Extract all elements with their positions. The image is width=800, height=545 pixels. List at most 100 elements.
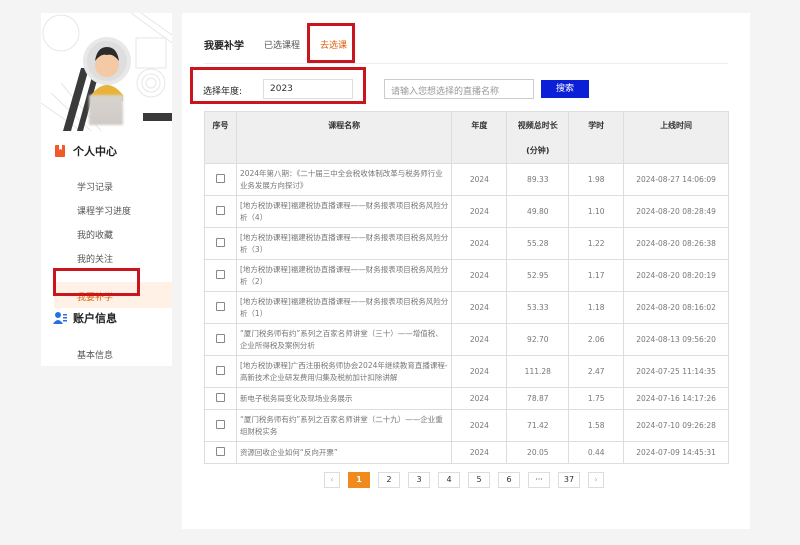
cell-year: 2024	[451, 323, 508, 356]
page-button[interactable]: 37	[558, 472, 580, 488]
cell-hours: 1.58	[568, 409, 625, 442]
cell-online-time: 2024-08-13 09:56:20	[623, 323, 729, 356]
cell-duration: 92.70	[506, 323, 570, 356]
sidebar-item-study-record[interactable]: 学习记录	[77, 180, 113, 193]
cell-hours: 1.17	[568, 259, 625, 292]
checkbox[interactable]	[215, 238, 225, 247]
header-duration: 视频总时长 (分钟)	[506, 111, 570, 164]
row-checkbox[interactable]	[204, 291, 237, 324]
table-row[interactable]: “厦门税务师有约”系列之百家名师讲堂（三十）——增值税、企业所得税及案例分析 20…	[204, 323, 729, 356]
page-button[interactable]: 1	[348, 472, 370, 488]
cell-hours: 2.06	[568, 323, 625, 356]
header-year: 年度	[451, 111, 508, 164]
prev-page-button[interactable]: ‹	[324, 472, 340, 488]
cell-year: 2024	[451, 259, 508, 292]
highlight-box-tab	[307, 23, 355, 63]
table-row[interactable]: [地方税协课程]福建税协直播课程——财务报表项目税务风险分析（4） 2024 49.…	[204, 195, 729, 228]
sidebar-item-favorites[interactable]: 我的收藏	[77, 228, 113, 241]
account-info-label: 账户信息	[73, 312, 117, 325]
search-button[interactable]: 搜索	[541, 80, 589, 98]
header-online-time: 上线时间	[623, 111, 729, 164]
cell-course-name[interactable]: [地方税协课程]福建税协直播课程——财务报表项目税务风险分析（4）	[235, 195, 453, 228]
cell-duration: 89.33	[506, 163, 570, 196]
header-duration-line2: (分钟)	[526, 146, 550, 155]
cell-course-name[interactable]: 资源回收企业如何“反向开票”	[235, 441, 453, 464]
cell-year: 2024	[451, 291, 508, 324]
page-button[interactable]: 6	[498, 472, 520, 488]
highlight-box-sidebar	[53, 268, 140, 296]
row-checkbox[interactable]	[204, 409, 237, 442]
tab-makeup-study[interactable]: 我要补学	[204, 37, 244, 52]
cell-hours: 1.18	[568, 291, 625, 324]
row-checkbox[interactable]	[204, 195, 237, 228]
cell-online-time: 2024-08-20 08:26:38	[623, 227, 729, 260]
page-button[interactable]: 3	[408, 472, 430, 488]
sidebar-item-course-progress[interactable]: 课程学习进度	[77, 204, 131, 217]
row-checkbox[interactable]	[204, 259, 237, 292]
table-row[interactable]: [地方税协课程]福建税协直播课程——财务报表项目税务风险分析（2） 2024 52.…	[204, 259, 729, 292]
page-button[interactable]: ···	[528, 472, 550, 488]
row-checkbox[interactable]	[204, 323, 237, 356]
cell-online-time: 2024-08-27 14:06:09	[623, 163, 729, 196]
table-body: 2024年第八期：《二十届三中全会税收体制改革与税务师行业业务发展方向探讨》 20…	[204, 163, 729, 464]
row-checkbox[interactable]	[204, 355, 237, 388]
cell-online-time: 2024-07-09 14:45:31	[623, 441, 729, 464]
table-row[interactable]: 2024年第八期：《二十届三中全会税收体制改革与税务师行业业务发展方向探讨》 20…	[204, 163, 729, 196]
page-button[interactable]: 5	[468, 472, 490, 488]
checkbox[interactable]	[215, 420, 225, 429]
cell-duration: 78.87	[506, 387, 570, 410]
table-row[interactable]: [地方税协课程]福建税协直播课程——财务报表项目税务风险分析（1） 2024 53.…	[204, 291, 729, 324]
user-list-icon	[53, 311, 67, 325]
cell-course-name[interactable]: “厦门税务师有约”系列之百家名师讲堂（三十）——增值税、企业所得税及案例分析	[235, 323, 453, 356]
row-checkbox[interactable]	[204, 387, 237, 410]
cell-hours: 1.22	[568, 227, 625, 260]
search-input[interactable]: 请输入您想选择的直播名称	[384, 79, 534, 99]
checkbox[interactable]	[215, 447, 225, 456]
checkbox[interactable]	[215, 393, 225, 402]
checkbox[interactable]	[215, 206, 225, 215]
table-row[interactable]: [地方税协课程]广西注册税务师协会2024年继续教育直播课程-高新技术企业研发费…	[204, 355, 729, 388]
cell-online-time: 2024-07-25 11:14:35	[623, 355, 729, 388]
table-row[interactable]: 资源回收企业如何“反向开票” 2024 20.05 0.44 2024-07-09 14…	[204, 441, 729, 464]
next-page-button[interactable]: ›	[588, 472, 604, 488]
tab-selected-courses[interactable]: 已选课程	[264, 38, 300, 51]
cell-course-name[interactable]: [地方税协课程]福建税协直播课程——财务报表项目税务风险分析（3）	[235, 227, 453, 260]
page-button[interactable]: 4	[438, 472, 460, 488]
cell-course-name[interactable]: [地方税协课程]福建税协直播课程——财务报表项目税务风险分析（1）	[235, 291, 453, 324]
cell-course-name[interactable]: [地方税协课程]福建税协直播课程——财务报表项目税务风险分析（2）	[235, 259, 453, 292]
checkbox[interactable]	[215, 270, 225, 279]
table-row[interactable]: 新电子税务局变化及现场业务展示 2024 78.87 1.75 2024-07-16 1…	[204, 387, 729, 410]
cell-course-name[interactable]: “厦门税务师有约”系列之百家名师讲堂（二十九）——企业重组财税实务	[235, 409, 453, 442]
blurred-username	[89, 95, 123, 125]
header-hours: 学时	[568, 111, 625, 164]
cell-year: 2024	[451, 355, 508, 388]
cell-hours: 2.47	[568, 355, 625, 388]
highlight-box-year	[190, 67, 366, 104]
row-checkbox[interactable]	[204, 227, 237, 260]
personal-center-label: 个人中心	[73, 145, 117, 158]
sidebar-item-basic-info[interactable]: 基本信息	[77, 348, 113, 361]
row-checkbox[interactable]	[204, 441, 237, 464]
cell-course-name[interactable]: 新电子税务局变化及现场业务展示	[235, 387, 453, 410]
sidebar: 个人中心 学习记录 课程学习进度 我的收藏 我的关注 我要补学 账户信息 基本信…	[41, 13, 172, 366]
cell-hours: 1.98	[568, 163, 625, 196]
checkbox[interactable]	[215, 366, 225, 375]
row-checkbox[interactable]	[204, 163, 237, 196]
personal-center-heading: 个人中心	[53, 143, 117, 159]
page-button[interactable]: 2	[378, 472, 400, 488]
bookmark-icon	[53, 144, 67, 158]
sidebar-item-following[interactable]: 我的关注	[77, 252, 113, 265]
cell-duration: 55.28	[506, 227, 570, 260]
pagination: ‹ 1 2 3 4 5 6 ··· 37 ›	[324, 472, 612, 488]
cell-course-name[interactable]: [地方税协课程]广西注册税务师协会2024年继续教育直播课程-高新技术企业研发费…	[235, 355, 453, 388]
checkbox[interactable]	[215, 334, 225, 343]
table-row[interactable]: [地方税协课程]福建税协直播课程——财务报表项目税务风险分析（3） 2024 55.…	[204, 227, 729, 260]
cell-online-time: 2024-08-20 08:20:19	[623, 259, 729, 292]
cell-duration: 53.33	[506, 291, 570, 324]
checkbox[interactable]	[215, 174, 225, 183]
cell-year: 2024	[451, 409, 508, 442]
cell-course-name[interactable]: 2024年第八期：《二十届三中全会税收体制改革与税务师行业业务发展方向探讨》	[235, 163, 453, 196]
table-header-row: 序号 课程名称 年度 视频总时长 (分钟) 学时 上线时间	[204, 111, 729, 164]
checkbox[interactable]	[215, 302, 225, 311]
table-row[interactable]: “厦门税务师有约”系列之百家名师讲堂（二十九）——企业重组财税实务 2024 71.…	[204, 409, 729, 442]
